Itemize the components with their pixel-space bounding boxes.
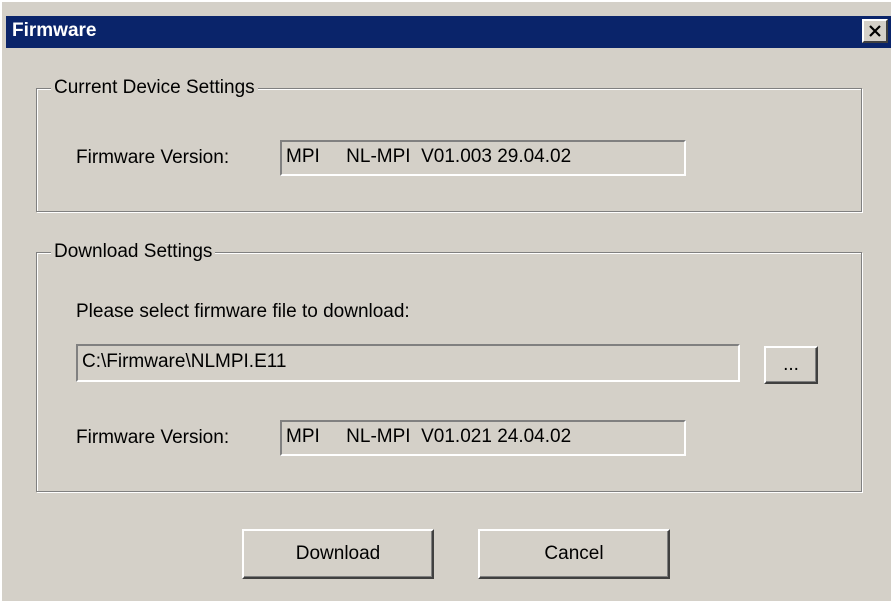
close-x-icon bbox=[869, 25, 881, 37]
dialog-title: Firmware bbox=[12, 20, 97, 41]
firmware-file-path-input[interactable]: C:\Firmware\NLMPI.E11 bbox=[76, 344, 740, 382]
current-firmware-version-field: MPI NL-MPI V01.003 29.04.02 bbox=[280, 140, 686, 176]
download-button[interactable]: Download bbox=[242, 529, 434, 579]
current-device-settings-legend: Current Device Settings bbox=[51, 76, 258, 100]
close-button[interactable] bbox=[862, 19, 888, 43]
browse-button[interactable]: ... bbox=[764, 346, 818, 384]
current-firmware-version-label: Firmware Version: bbox=[76, 147, 230, 168]
select-file-prompt: Please select firmware file to download: bbox=[76, 301, 410, 322]
download-settings-legend: Download Settings bbox=[51, 240, 216, 264]
new-firmware-version-label: Firmware Version: bbox=[76, 427, 230, 448]
new-firmware-version-field: MPI NL-MPI V01.021 24.04.02 bbox=[280, 420, 686, 456]
firmware-dialog: Firmware Current Device Settings Firmwar… bbox=[0, 0, 891, 601]
title-bar[interactable]: Firmware bbox=[6, 16, 891, 48]
cancel-button[interactable]: Cancel bbox=[478, 529, 670, 579]
